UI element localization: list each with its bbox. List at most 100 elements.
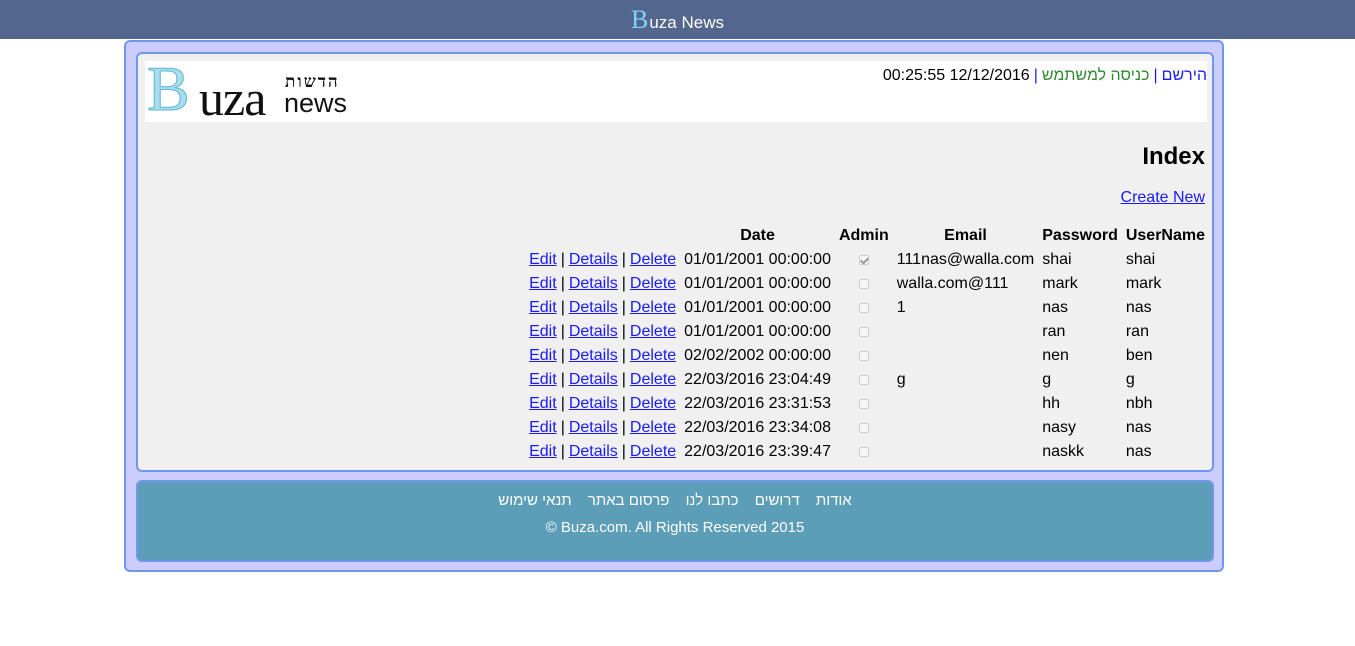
logo-initial: B bbox=[147, 53, 191, 124]
action-separator: | bbox=[621, 395, 626, 412]
cell-admin bbox=[835, 368, 893, 392]
edit-link[interactable]: Edit bbox=[529, 275, 557, 292]
edit-link[interactable]: Edit bbox=[529, 299, 557, 316]
cell-password: nas bbox=[1042, 299, 1069, 316]
cell-username: g bbox=[1125, 371, 1135, 388]
details-link[interactable]: Details bbox=[569, 347, 618, 364]
admin-checkbox bbox=[858, 447, 869, 457]
footer-link-about[interactable]: אודות bbox=[816, 492, 852, 509]
details-link[interactable]: Details bbox=[569, 443, 618, 460]
header-password: Password bbox=[1042, 227, 1118, 244]
cell-email bbox=[893, 440, 1039, 464]
edit-link[interactable]: Edit bbox=[529, 251, 557, 268]
admin-checkbox bbox=[858, 399, 869, 409]
edit-link[interactable]: Edit bbox=[529, 371, 557, 388]
navbar-brand[interactable]: B uza News bbox=[631, 5, 724, 35]
cell-password: mark bbox=[1042, 275, 1078, 292]
header-admin: Admin bbox=[838, 227, 889, 244]
delete-link[interactable]: Delete bbox=[630, 275, 676, 292]
login-link[interactable]: כניסה למשתמש bbox=[1042, 67, 1150, 84]
cell-password: hh bbox=[1042, 395, 1061, 412]
admin-checkbox bbox=[858, 351, 869, 361]
page-title: Index bbox=[1142, 143, 1205, 170]
cell-admin bbox=[835, 296, 893, 320]
details-link[interactable]: Details bbox=[569, 371, 618, 388]
table-row: shai shai 111nas@walla.com 01/01/2001 00:00… bbox=[525, 248, 1209, 272]
details-link[interactable]: Details bbox=[569, 275, 618, 292]
register-link[interactable]: הירשם bbox=[1162, 67, 1207, 84]
cell-date: 01/01/2001 00:00:00 bbox=[684, 323, 831, 340]
footer-link-contact[interactable]: כתבו לנו bbox=[686, 492, 739, 509]
edit-link[interactable]: Edit bbox=[529, 395, 557, 412]
site-footer: אודות דרושים כתבו לנו פרסום באתר תנאי שי… bbox=[136, 480, 1214, 562]
cell-actions: Edit | Details | Delete bbox=[525, 440, 680, 464]
footer-link-terms[interactable]: תנאי שימוש bbox=[498, 492, 571, 509]
table-row: nbh hh 22/03/2016 23:31:53 Edit | Details | Del… bbox=[525, 392, 1209, 416]
cell-username: nas bbox=[1125, 299, 1152, 316]
table-row: ran ran 01/01/2001 00:00:00 Edit | Details | De… bbox=[525, 320, 1209, 344]
delete-link[interactable]: Delete bbox=[630, 251, 676, 268]
table-row: ben nen 02/02/2002 00:00:00 Edit | Details | De… bbox=[525, 344, 1209, 368]
cell-admin bbox=[835, 392, 893, 416]
cell-admin bbox=[835, 344, 893, 368]
delete-link[interactable]: Delete bbox=[630, 419, 676, 436]
details-link[interactable]: Details bbox=[569, 251, 618, 268]
delete-link[interactable]: Delete bbox=[630, 395, 676, 412]
cell-username: ben bbox=[1125, 347, 1153, 364]
cell-actions: Edit | Details | Delete bbox=[525, 392, 680, 416]
details-link[interactable]: Details bbox=[569, 419, 618, 436]
cell-password: nen bbox=[1042, 347, 1069, 364]
cell-admin bbox=[835, 320, 893, 344]
action-separator: | bbox=[621, 419, 626, 436]
edit-link[interactable]: Edit bbox=[529, 347, 557, 364]
footer-link-jobs[interactable]: דרושים bbox=[755, 492, 800, 509]
page-container: B uza הדשות news הירשם|כניסה למשתמש|12/1… bbox=[124, 40, 1224, 572]
details-link[interactable]: Details bbox=[569, 395, 618, 412]
delete-link[interactable]: Delete bbox=[630, 371, 676, 388]
action-separator: | bbox=[560, 251, 565, 268]
cell-actions: Edit | Details | Delete bbox=[525, 272, 680, 296]
action-separator: | bbox=[560, 395, 565, 412]
create-new-link[interactable]: Create New bbox=[1121, 189, 1205, 207]
cell-admin bbox=[835, 416, 893, 440]
delete-link[interactable]: Delete bbox=[630, 299, 676, 316]
cell-actions: Edit | Details | Delete bbox=[525, 368, 680, 392]
cell-email bbox=[893, 320, 1039, 344]
delete-link[interactable]: Delete bbox=[630, 323, 676, 340]
logo-news: news bbox=[284, 88, 348, 118]
action-separator: | bbox=[621, 443, 626, 460]
table-row: nas nasy 22/03/2016 23:34:08 Edit | Details | D… bbox=[525, 416, 1209, 440]
edit-link[interactable]: Edit bbox=[529, 443, 557, 460]
site-logo[interactable]: B uza הדשות news bbox=[145, 56, 365, 123]
action-separator: | bbox=[560, 275, 565, 292]
table-row: nas naskk 22/03/2016 23:39:47 Edit | Details |… bbox=[525, 440, 1209, 464]
footer-link-advertise[interactable]: פרסום באתר bbox=[588, 492, 670, 509]
edit-link[interactable]: Edit bbox=[529, 419, 557, 436]
cell-email: 1 bbox=[896, 299, 906, 316]
navbar-brand-initial: B bbox=[631, 4, 649, 34]
cell-email bbox=[893, 416, 1039, 440]
copyright-text: © Buza.com. All Rights Reserved 2015 bbox=[545, 519, 805, 536]
action-separator: | bbox=[560, 443, 565, 460]
cell-username: nas bbox=[1125, 443, 1152, 460]
table-row: nas nas 1 01/01/2001 00:00:00 Edit | Details | D… bbox=[525, 296, 1209, 320]
cell-username: shai bbox=[1125, 251, 1156, 268]
cell-date: 01/01/2001 00:00:00 bbox=[684, 275, 831, 292]
header-actions bbox=[525, 224, 680, 248]
action-separator: | bbox=[560, 371, 565, 388]
delete-link[interactable]: Delete bbox=[630, 443, 676, 460]
current-datetime: 12/12/2016 00:25:55 bbox=[882, 67, 1030, 84]
cell-date: 02/02/2002 00:00:00 bbox=[684, 347, 831, 364]
cell-username: ran bbox=[1125, 323, 1149, 340]
edit-link[interactable]: Edit bbox=[529, 323, 557, 340]
action-separator: | bbox=[621, 275, 626, 292]
cell-admin bbox=[835, 440, 893, 464]
table-row: mark mark walla.com@111 01/01/2001 00:00:00… bbox=[525, 272, 1209, 296]
delete-link[interactable]: Delete bbox=[630, 347, 676, 364]
cell-email bbox=[893, 392, 1039, 416]
details-link[interactable]: Details bbox=[569, 299, 618, 316]
cell-actions: Edit | Details | Delete bbox=[525, 320, 680, 344]
details-link[interactable]: Details bbox=[569, 323, 618, 340]
userbar-separator: | bbox=[1033, 67, 1038, 84]
cell-admin bbox=[835, 248, 893, 272]
